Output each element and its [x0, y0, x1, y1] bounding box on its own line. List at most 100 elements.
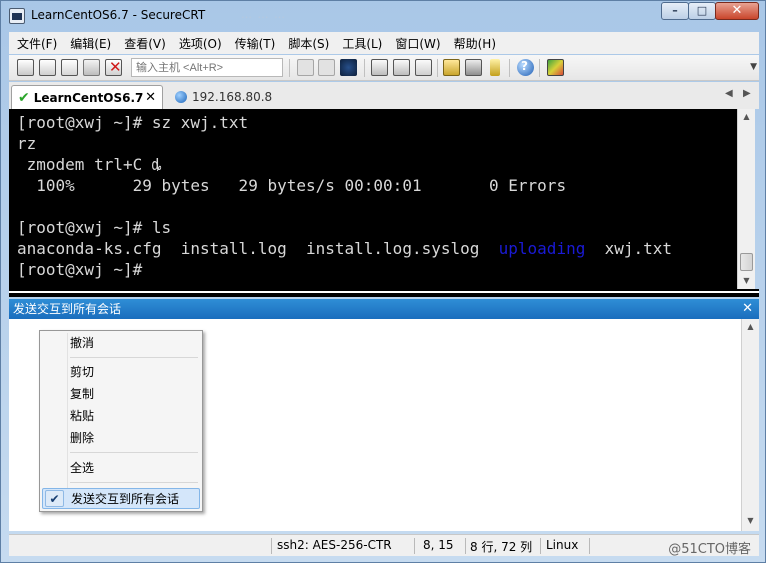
print-icon[interactable] — [371, 59, 388, 76]
scroll-down-icon[interactable]: ▼ — [742, 513, 759, 529]
menu-bar: 文件(F) 编辑(E) 查看(V) 选项(O) 传输(T) 脚本(S) 工具(L… — [9, 32, 759, 54]
menu-separator — [70, 482, 198, 483]
reconnect-icon[interactable] — [83, 59, 100, 76]
menu-item-select-all[interactable]: 全选 — [42, 458, 200, 479]
disconnect-icon[interactable]: ✕ — [105, 58, 122, 76]
checkmark-icon: ✔ — [45, 490, 64, 507]
app-icon[interactable] — [9, 8, 25, 24]
terminal-line: rz — [17, 134, 37, 153]
find-icon[interactable] — [340, 59, 357, 76]
menu-help[interactable]: 帮助(H) — [454, 35, 496, 52]
terminal-line: [root@xwj ~]# sz xwj.txt — [17, 113, 249, 132]
status-encryption: ssh2: AES-256-CTR — [277, 538, 392, 552]
terminal-line: [root@xwj ~]# ls — [17, 218, 172, 237]
scroll-up-icon[interactable]: ▲ — [738, 109, 755, 125]
status-terminal-size: 8 行, 72 列 — [470, 540, 533, 554]
tab-label: 192.168.80.8 — [192, 90, 273, 104]
menu-item-label: 发送交互到所有会话 — [71, 492, 180, 506]
paste-icon[interactable] — [318, 59, 335, 76]
print-selection-icon[interactable] — [393, 59, 410, 76]
disconnected-session-icon — [175, 91, 187, 103]
terminal-line: 100% 29 bytes 29 bytes/s 00:00:01 0 Erro… — [17, 176, 567, 195]
key-map-icon[interactable] — [490, 59, 500, 76]
close-icon: ✕ — [731, 3, 743, 18]
toolbar-separator — [289, 59, 290, 77]
ls-output-directory: uploading — [498, 239, 586, 258]
ls-output-tail: xwj.txt — [585, 239, 673, 258]
global-options-icon[interactable] — [465, 59, 482, 76]
terminal-line: [root@xwj ~]# — [17, 260, 143, 279]
chat-window-scrollbar[interactable]: ▲ ▼ — [741, 319, 759, 531]
menu-separator — [70, 357, 198, 358]
copy-icon[interactable] — [297, 59, 314, 76]
menu-edit[interactable]: 编辑(E) — [70, 35, 111, 52]
terminal-split-bar — [9, 289, 759, 297]
terminal-scrollbar[interactable]: ▲ ▼ — [737, 109, 755, 289]
help-question-icon: ? — [521, 59, 528, 73]
status-divider — [540, 538, 541, 554]
menu-file[interactable]: 文件(F) — [17, 35, 57, 52]
context-menu: 撤消 剪切 复制 粘贴 删除 全选 ✔ 发送交互到所有会话 — [39, 330, 203, 512]
securecrt-window: LearnCentOS6.7 - SecureCRT … … … – □ ✕ 文… — [0, 0, 766, 563]
scroll-down-icon[interactable]: ▼ — [738, 273, 755, 289]
toolbar-separator — [437, 59, 438, 77]
tab-learncentos[interactable]: ✔ LearnCentOS6.7 ✕ — [11, 85, 163, 109]
chat-window-title: 发送交互到所有会话 — [13, 302, 122, 316]
toolbar: ✕ ? ▼ — [9, 55, 759, 81]
status-terminal-type: Linux — [546, 538, 579, 552]
menu-item-cut[interactable]: 剪切 — [42, 362, 200, 383]
maximize-button[interactable]: □ — [688, 2, 716, 20]
tab-scroll-left-icon[interactable]: ◀ — [725, 88, 733, 99]
title-bar: LearnCentOS6.7 - SecureCRT … … … – □ ✕ — [1, 1, 765, 31]
window-title: LearnCentOS6.7 - SecureCRT — [31, 8, 206, 22]
quick-connect-icon[interactable] — [39, 59, 56, 76]
status-divider — [589, 538, 590, 554]
close-button[interactable]: ✕ — [715, 2, 759, 20]
menu-item-paste[interactable]: 粘贴 — [42, 406, 200, 427]
connect-tab-icon[interactable] — [61, 59, 78, 76]
menu-item-delete[interactable]: 删除 — [42, 428, 200, 449]
connect-icon[interactable] — [17, 59, 34, 76]
toolbar-overflow-icon[interactable]: ▼ — [750, 62, 757, 72]
status-cursor-position: 8, 15 — [423, 538, 454, 552]
toolbar-separator — [364, 59, 365, 77]
sftp-icon[interactable] — [547, 59, 564, 76]
menu-item-send-to-all-sessions[interactable]: ✔ 发送交互到所有会话 — [42, 488, 200, 509]
menu-transfer[interactable]: 传输(T) — [235, 35, 276, 52]
connected-check-icon: ✔ — [18, 89, 30, 106]
menu-window[interactable]: 窗口(W) — [395, 35, 440, 52]
terminal-line: zmodem trl+C ȡ — [17, 155, 162, 174]
scroll-thumb[interactable] — [740, 253, 753, 271]
title-faint-text: … … … — [241, 8, 286, 21]
command-input[interactable] — [131, 58, 283, 77]
terminal-view[interactable]: [root@xwj ~]# sz xwj.txt rz zmodem trl+C… — [9, 109, 737, 289]
chat-window-header: 发送交互到所有会话 ✕ — [9, 299, 759, 319]
ls-output-files: anaconda-ks.cfg install.log install.log.… — [17, 239, 499, 258]
status-divider — [414, 538, 415, 554]
scroll-up-icon[interactable]: ▲ — [742, 319, 759, 335]
menu-script[interactable]: 脚本(S) — [288, 35, 329, 52]
status-divider — [271, 538, 272, 554]
minimize-button[interactable]: – — [661, 2, 689, 20]
menu-view[interactable]: 查看(V) — [124, 35, 166, 52]
minimize-icon: – — [672, 4, 678, 17]
menu-separator — [70, 452, 198, 453]
menu-tools[interactable]: 工具(L) — [342, 35, 382, 52]
help-icon[interactable]: ? — [517, 59, 534, 76]
menu-item-undo[interactable]: 撤消 — [42, 333, 200, 354]
tab-192-168-80-8[interactable]: 192.168.80.8 — [169, 85, 299, 109]
menu-item-copy[interactable]: 复制 — [42, 384, 200, 405]
session-options-icon[interactable] — [443, 59, 460, 76]
chat-window-close-icon[interactable]: ✕ — [742, 299, 753, 319]
tab-bar: ✔ LearnCentOS6.7 ✕ 192.168.80.8 ◀ ▶ — [9, 82, 759, 109]
tab-scroll-right-icon[interactable]: ▶ — [743, 88, 751, 99]
terminal-line: anaconda-ks.cfg install.log install.log.… — [17, 238, 672, 259]
menu-options[interactable]: 选项(O) — [179, 35, 222, 52]
disconnect-x-icon: ✕ — [109, 58, 122, 76]
tab-label: LearnCentOS6.7 — [33, 90, 144, 105]
log-session-icon[interactable] — [415, 59, 432, 76]
maximize-icon: □ — [696, 4, 708, 17]
toolbar-separator — [509, 59, 510, 77]
tab-close-icon[interactable]: ✕ — [145, 90, 156, 105]
status-bar: ssh2: AES-256-CTR 8, 15 8 行, 72 列 Linux … — [9, 534, 759, 557]
